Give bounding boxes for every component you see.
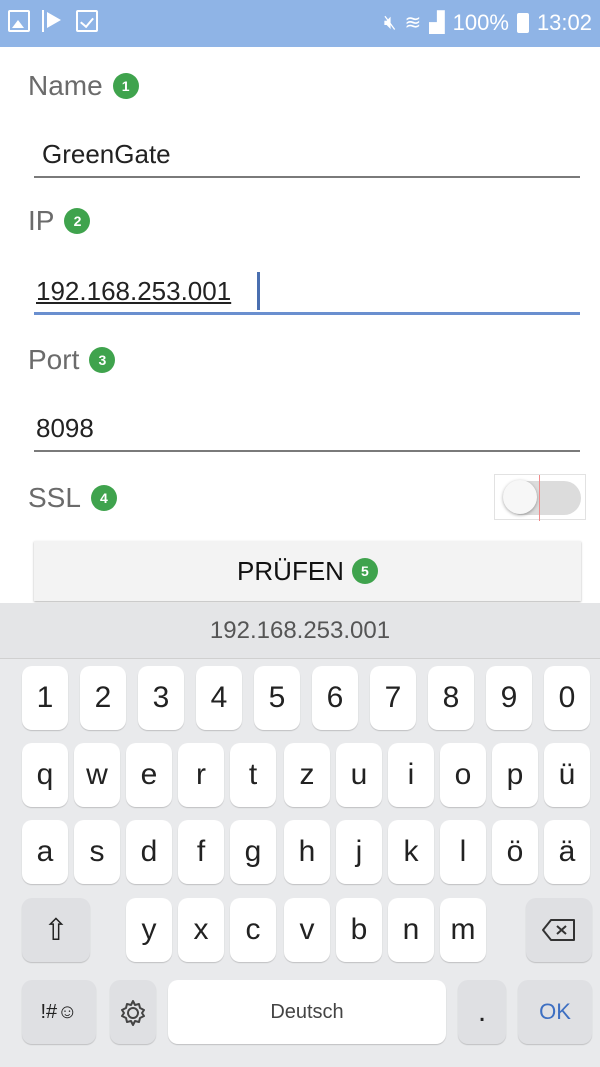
ssl-label: SSL 4: [28, 482, 117, 514]
key-g[interactable]: g: [230, 820, 276, 884]
key-0[interactable]: 0: [544, 666, 590, 730]
period-key[interactable]: .: [458, 980, 506, 1044]
key-7[interactable]: 7: [370, 666, 416, 730]
key-4[interactable]: 4: [196, 666, 242, 730]
key-d[interactable]: d: [126, 820, 172, 884]
battery-icon: [516, 13, 529, 33]
key-r[interactable]: r: [178, 743, 224, 807]
key-ae[interactable]: ä: [544, 820, 590, 884]
check-button[interactable]: PRÜFEN 5: [34, 541, 581, 601]
signal-icon: ▟: [429, 12, 445, 34]
name-label: Name 1: [28, 70, 139, 102]
key-o[interactable]: o: [440, 743, 486, 807]
key-l[interactable]: l: [440, 820, 486, 884]
badge-3: 3: [89, 347, 116, 373]
key-5[interactable]: 5: [254, 666, 300, 730]
key-q[interactable]: q: [22, 743, 68, 807]
port-input[interactable]: 8098: [34, 408, 580, 452]
mute-icon: 🔇︎: [383, 12, 397, 34]
settings-key[interactable]: [110, 980, 156, 1044]
key-1[interactable]: 1: [22, 666, 68, 730]
gear-icon: [121, 1000, 145, 1026]
name-label-text: Name: [28, 70, 103, 101]
text-cursor: [257, 272, 260, 310]
check-button-label: PRÜFEN: [237, 555, 344, 586]
status-bar: 🔇︎ ≋ ▟ 100% 13:02: [0, 0, 600, 47]
backspace-key[interactable]: [526, 898, 592, 962]
key-f[interactable]: f: [178, 820, 224, 884]
ip-input-value: 192.168.253.001: [36, 276, 232, 306]
key-e[interactable]: e: [126, 743, 172, 807]
key-oe[interactable]: ö: [492, 820, 538, 884]
wifi-icon: ≋: [404, 12, 422, 34]
key-b[interactable]: b: [336, 898, 382, 962]
system-icons: 🔇︎ ≋ ▟ 100% 13:02: [384, 10, 592, 36]
image-icon: [8, 10, 30, 32]
key-u[interactable]: u: [336, 743, 382, 807]
space-key-label: Deutsch: [270, 1000, 344, 1023]
key-x[interactable]: x: [178, 898, 224, 962]
key-c[interactable]: c: [230, 898, 276, 962]
key-9[interactable]: 9: [486, 666, 532, 730]
space-key[interactable]: Deutsch: [168, 980, 446, 1044]
ssl-toggle-knob: [503, 480, 537, 514]
key-y[interactable]: y: [126, 898, 172, 962]
key-ue[interactable]: ü: [544, 743, 590, 807]
key-3[interactable]: 3: [138, 666, 184, 730]
key-2[interactable]: 2: [80, 666, 126, 730]
key-t[interactable]: t: [230, 743, 276, 807]
key-h[interactable]: h: [284, 820, 330, 884]
badge-5: 5: [351, 558, 378, 584]
ip-label: IP 2: [28, 205, 91, 237]
key-s[interactable]: s: [74, 820, 120, 884]
ip-input[interactable]: 192.168.253.001: [34, 271, 580, 315]
key-w[interactable]: w: [74, 743, 120, 807]
key-v[interactable]: v: [284, 898, 330, 962]
ssl-label-text: SSL: [28, 482, 81, 513]
ok-key[interactable]: OK: [518, 980, 592, 1044]
key-8[interactable]: 8: [428, 666, 474, 730]
badge-1: 1: [112, 73, 139, 99]
port-label-text: Port: [28, 344, 80, 375]
badge-4: 4: [90, 485, 117, 511]
battery-percent: 100%: [452, 10, 509, 35]
soft-keyboard: 192.168.253.001 1 2 3 4 5 6 7 8 9 0 q w …: [0, 603, 600, 1067]
symbols-key[interactable]: !#☺: [22, 980, 96, 1044]
key-n[interactable]: n: [388, 898, 434, 962]
key-j[interactable]: j: [336, 820, 382, 884]
ok-key-label: OK: [539, 999, 571, 1024]
period-key-label: .: [477, 995, 487, 1028]
notification-icons: [8, 10, 98, 32]
suggestion-bar[interactable]: 192.168.253.001: [0, 603, 600, 659]
name-input[interactable]: GreenGate: [34, 134, 580, 178]
clock: 13:02: [536, 10, 592, 35]
ssl-toggle-marker: [539, 475, 540, 521]
badge-2: 2: [64, 208, 91, 234]
play-store-icon: [42, 10, 64, 32]
backspace-icon: [542, 919, 575, 941]
key-a[interactable]: a: [22, 820, 68, 884]
shift-key[interactable]: ⇧: [22, 898, 90, 962]
key-z[interactable]: z: [284, 743, 330, 807]
key-m[interactable]: m: [440, 898, 486, 962]
name-input-value: GreenGate: [42, 139, 171, 169]
key-6[interactable]: 6: [312, 666, 358, 730]
shift-icon: ⇧: [43, 913, 69, 947]
port-input-value: 8098: [36, 413, 94, 443]
checklist-icon: [76, 10, 98, 32]
key-k[interactable]: k: [388, 820, 434, 884]
symbols-key-label: !#☺: [40, 1000, 78, 1023]
suggestion-text: 192.168.253.001: [209, 616, 391, 644]
key-i[interactable]: i: [388, 743, 434, 807]
ssl-toggle[interactable]: [494, 474, 586, 521]
key-p[interactable]: p: [492, 743, 538, 807]
ip-label-text: IP: [28, 205, 55, 236]
port-label: Port 3: [28, 344, 116, 376]
